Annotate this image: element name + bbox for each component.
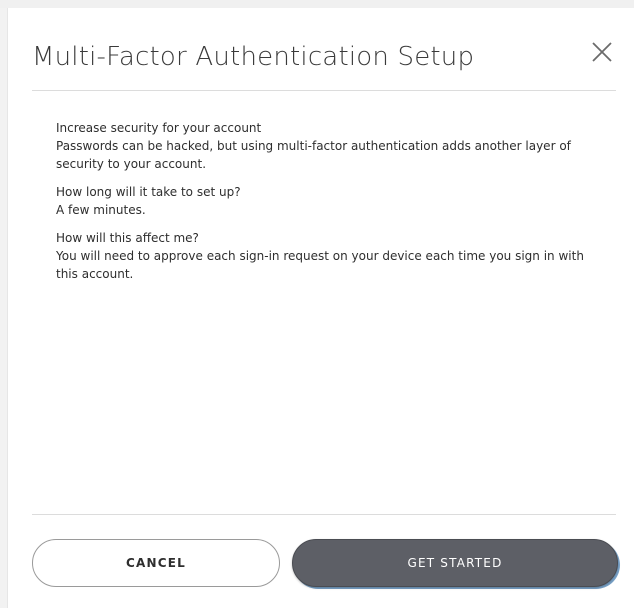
- section-setup-time: How long will it take to set up? A few m…: [56, 183, 601, 219]
- section-heading: How long will it take to set up?: [56, 185, 241, 199]
- section-heading: Increase security for your account: [56, 121, 262, 135]
- mfa-setup-dialog: Multi-Factor Authentication Setup Increa…: [7, 8, 634, 608]
- dialog-body: Increase security for your account Passw…: [56, 119, 601, 293]
- close-icon[interactable]: [588, 38, 616, 66]
- section-heading: How will this affect me?: [56, 231, 199, 245]
- section-text: Passwords can be hacked, but using multi…: [56, 139, 571, 171]
- section-increase-security: Increase security for your account Passw…: [56, 119, 601, 173]
- section-text: You will need to approve each sign-in re…: [56, 249, 584, 281]
- dialog-title: Multi-Factor Authentication Setup: [32, 42, 475, 72]
- cancel-button[interactable]: CANCEL: [32, 539, 280, 587]
- dialog-header: Multi-Factor Authentication Setup: [32, 36, 616, 91]
- section-effect: How will this affect me? You will need t…: [56, 229, 601, 283]
- section-text: A few minutes.: [56, 203, 146, 217]
- footer-divider: [32, 514, 616, 515]
- get-started-button[interactable]: GET STARTED: [292, 539, 618, 587]
- background-strip: [0, 0, 634, 8]
